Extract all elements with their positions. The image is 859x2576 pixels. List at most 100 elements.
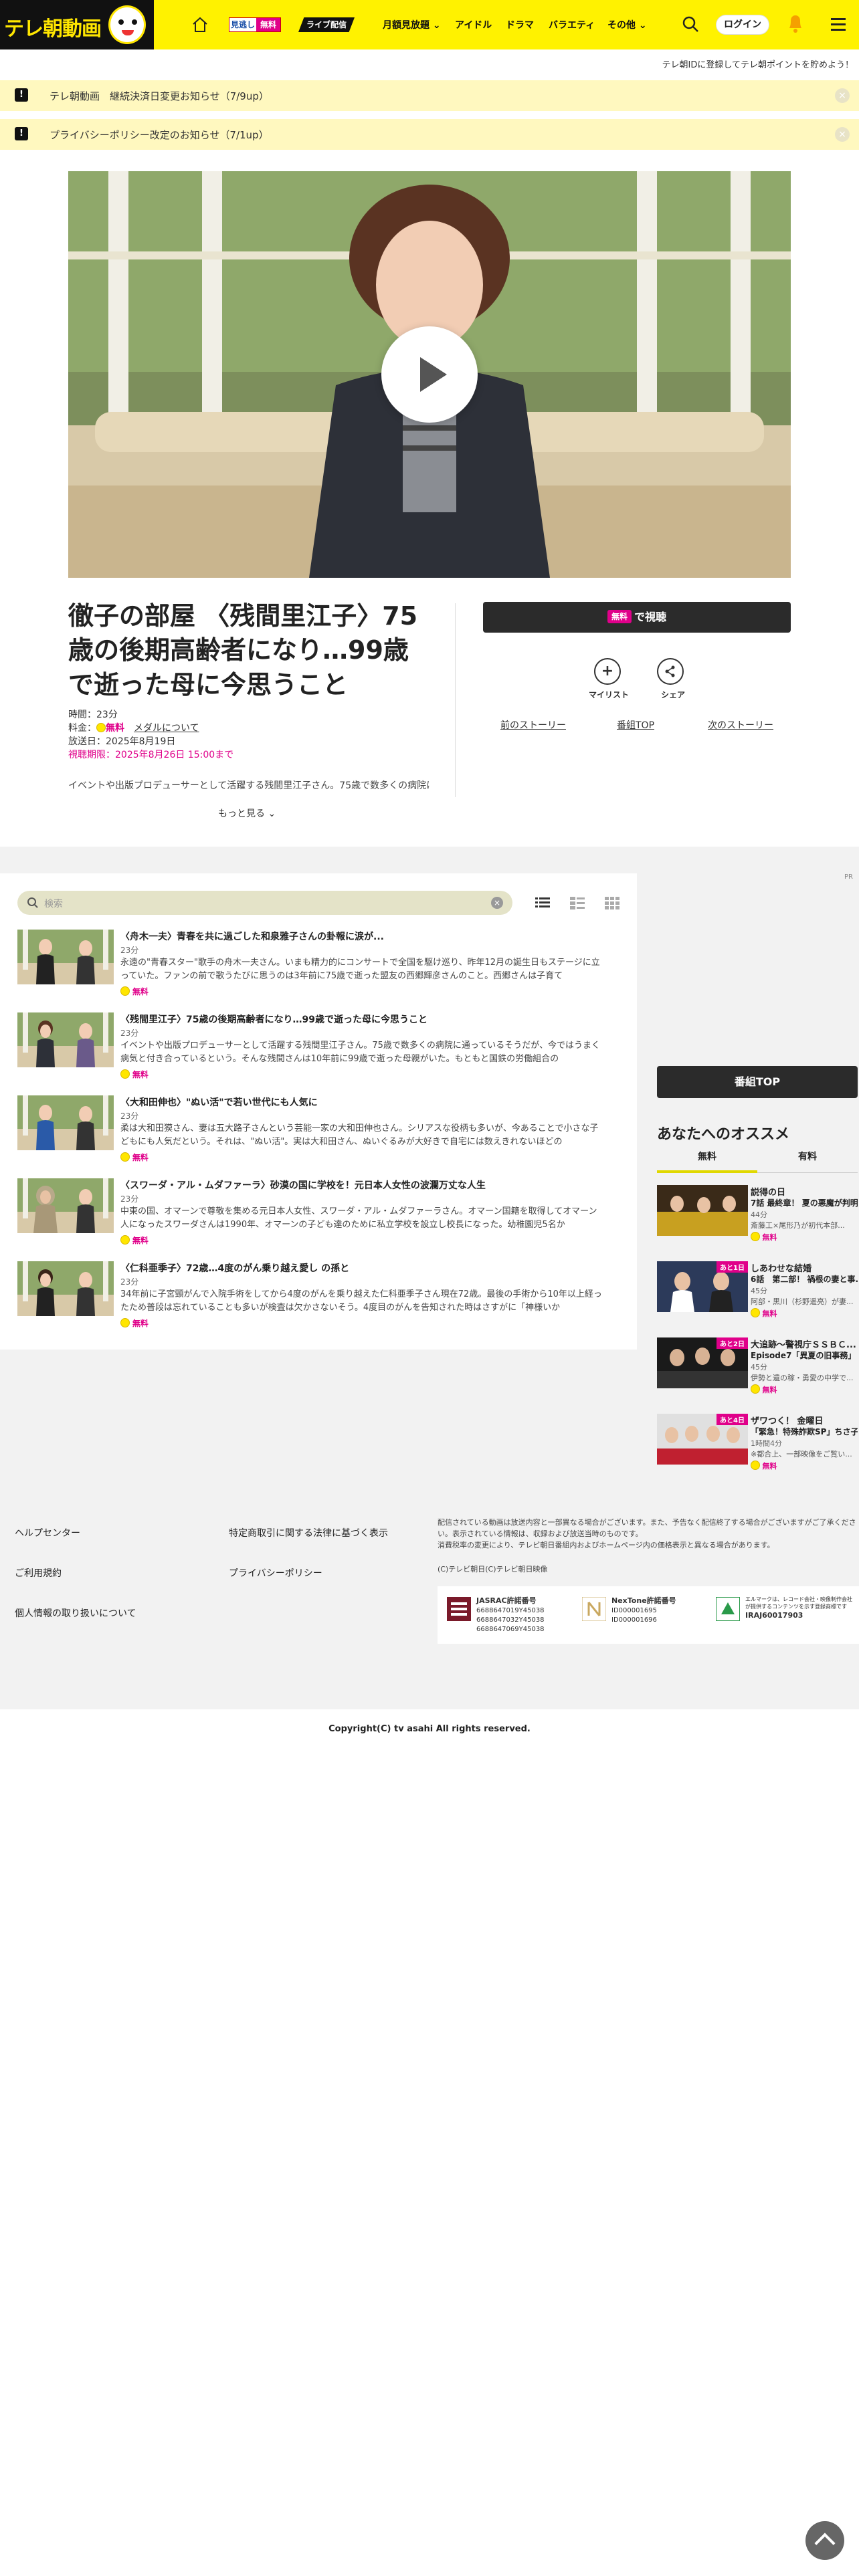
footer-tax-note: 消費税率の変更により、テレビ朝日番組内およびホームページ内の価格表示と異なる場合… bbox=[438, 1541, 775, 1549]
l-mark-info: エルマークは、レコード会社・映像制作会社が提供するコンテンツを示す登録商標です … bbox=[745, 1596, 852, 1621]
close-icon[interactable]: × bbox=[835, 127, 850, 142]
recommend-item[interactable]: あと1日 しあわせな結婚 6話 第二部！ 禍根の妻と事... 45分 阿部・黒川… bbox=[657, 1261, 858, 1328]
nav-variety[interactable]: バラエティ bbox=[549, 19, 595, 32]
search-icon[interactable] bbox=[681, 15, 700, 33]
nextone-logo-icon bbox=[582, 1597, 606, 1621]
notice-bar[interactable]: ! テレ朝動画 継続決済日変更お知らせ（7/9up） × bbox=[0, 80, 859, 111]
search-placeholder: 検索 bbox=[44, 899, 63, 909]
play-button[interactable] bbox=[381, 326, 478, 423]
episode-summary: 永遠の"青春スター"歌手の舟木一夫さん。いまも精力的にコンサートで全国を駆け巡り… bbox=[120, 958, 600, 981]
recommend-summary: ※都合上、一部映像をご覧い... bbox=[751, 1450, 852, 1459]
recommend-item[interactable]: あと4日 ザワつく！ 金曜日 「緊急！特殊詐欺SP」ちさ子... 1時間4分 ※… bbox=[657, 1414, 858, 1481]
mitoshi-free-label: 無料 bbox=[256, 18, 280, 31]
watch-button[interactable]: 無料 で視聴 bbox=[483, 602, 791, 633]
episode-thumbnail bbox=[17, 1012, 114, 1067]
logo-text: テレ朝動画 bbox=[4, 17, 102, 41]
recommend-item[interactable]: あと2日 大追跡～警視庁ＳＳＢＣ... Episode7「異夏の旧事務」 45分… bbox=[657, 1337, 858, 1404]
tab-paid[interactable]: 有料 bbox=[757, 1149, 858, 1173]
price-free: 無料 bbox=[106, 723, 124, 734]
share-button[interactable] bbox=[657, 658, 684, 685]
home-icon[interactable] bbox=[191, 16, 209, 33]
episode-duration: 23分 bbox=[120, 1029, 139, 1038]
recommend-item[interactable]: 説得の日 7話 最終章！ 夏の悪魔が判明 44分 斎藤工×尾形乃が初代本部...… bbox=[657, 1185, 858, 1252]
help-center-link[interactable]: ヘルプセンター bbox=[15, 1526, 80, 1539]
site-logo[interactable]: テレ朝動画 bbox=[0, 0, 154, 49]
recommend-summary: 斎藤工×尾形乃が初代本部... bbox=[751, 1221, 845, 1230]
episode-summary: 柔は大和田獏さん、妻は五大路子さんという芸能一家の大和田伸也さん。シリアスな役柄… bbox=[120, 1123, 599, 1147]
notice-bar[interactable]: ! プライバシーポリシー改定のお知らせ（7/1up） × bbox=[0, 119, 859, 150]
mylist-label: マイリスト bbox=[589, 690, 630, 700]
medal-icon bbox=[120, 1235, 130, 1245]
chevron-down-icon: ⌄ bbox=[432, 20, 441, 31]
episode-title: 〈スワーダ・アル・ムダファーラ〉砂漠の国に学校を！元日本人女性の波瀾万丈な人生 bbox=[120, 1180, 486, 1191]
footer-disclaimer: 配信されている動画は放送内容と一部異なる場合がございます。また、予告なく配信終了… bbox=[438, 1518, 856, 1539]
price-label: 料金： bbox=[68, 723, 96, 734]
close-icon[interactable]: × bbox=[835, 88, 850, 103]
notice-icon: ! bbox=[15, 127, 28, 140]
video-description: イベントや出版プロデューサーとして活躍する残間里江子さん。75歳で数多くの病院に… bbox=[68, 780, 430, 791]
free-label: 無料 bbox=[132, 1153, 149, 1162]
episode-item[interactable]: 〈仁科亜季子〉72歳…4度のがん乗り越え愛し の孫と 23分 34年前に子宮頸が… bbox=[17, 1261, 619, 1335]
recommend-duration: 1時間4分 bbox=[751, 1439, 782, 1448]
license-box: JASRAC許諾番号 6688647019Y45038 6688647032Y4… bbox=[438, 1586, 859, 1644]
video-player[interactable] bbox=[68, 171, 791, 578]
recommend-duration: 45分 bbox=[751, 1287, 767, 1295]
recommend-program: 大追跡～警視庁ＳＳＢＣ... bbox=[751, 1340, 856, 1350]
medal-icon bbox=[751, 1232, 760, 1241]
nextone-number: ID000001695 bbox=[611, 1607, 657, 1614]
recommend-thumbnail bbox=[657, 1185, 748, 1236]
episode-item[interactable]: 〈大和田伸也〉"ぬい活"で若い世代にも人気に 23分 柔は大和田獏さん、妻は五大… bbox=[17, 1095, 619, 1169]
nav-drama[interactable]: ドラマ bbox=[506, 19, 534, 32]
privacy-policy-link[interactable]: プライバシーポリシー bbox=[229, 1566, 322, 1580]
point-promo-link[interactable]: テレ朝IDに登録してテレ朝ポイントを貯めよう！ bbox=[662, 58, 854, 70]
medal-icon bbox=[120, 1318, 130, 1327]
bell-icon[interactable] bbox=[787, 13, 804, 33]
list-view-icon[interactable] bbox=[535, 896, 550, 909]
episode-duration: 23分 bbox=[120, 1111, 139, 1121]
tab-free[interactable]: 無料 bbox=[657, 1149, 757, 1173]
share-icon bbox=[665, 665, 675, 677]
divider bbox=[455, 603, 456, 797]
program-top-link[interactable]: 番組TOP bbox=[617, 718, 654, 732]
grid-view-icon[interactable] bbox=[605, 896, 619, 909]
personal-info-link[interactable]: 個人情報の取り扱いについて bbox=[15, 1606, 136, 1620]
nav-monthly-label: 月額見放題 bbox=[383, 20, 430, 31]
recommend-thumbnail: あと4日 bbox=[657, 1414, 748, 1465]
clear-icon[interactable]: × bbox=[491, 897, 503, 909]
program-top-button[interactable]: 番組TOP bbox=[657, 1066, 858, 1098]
detail-view-icon[interactable] bbox=[570, 896, 585, 909]
recommend-thumbnail: あと2日 bbox=[657, 1337, 748, 1388]
menu-icon[interactable] bbox=[830, 16, 847, 32]
episode-title: 〈仁科亜季子〉72歳…4度のがん乗り越え愛し の孫と bbox=[120, 1263, 350, 1274]
jasrac-title: JASRAC許諾番号 bbox=[476, 1596, 537, 1605]
live-link[interactable]: ライブ配信 bbox=[298, 17, 355, 32]
episode-item[interactable]: 〈残間里江子〉75歳の後期高齢者になり…99歳で逝った母に今思うこと 23分 イ… bbox=[17, 1012, 619, 1086]
episode-title: 〈舟木一夫〉青春を共に過ごした和泉雅子さんの卦報に涙が... bbox=[120, 932, 384, 942]
episode-list-panel: 検索 × 〈舟木一夫〉青春を共に過ごした和泉雅子さんの卦報に涙が... 23分 … bbox=[0, 873, 637, 1350]
medal-info-link[interactable]: メダルについて bbox=[134, 723, 199, 734]
show-more-button[interactable]: もっと見る ⌄ bbox=[218, 807, 276, 820]
episode-summary: イベントや出版プロデューサーとして活躍する残間里江子さん。75歳で数多くの病院に… bbox=[120, 1041, 600, 1064]
episode-item[interactable]: 〈舟木一夫〉青春を共に過ごした和泉雅子さんの卦報に涙が... 23分 永遠の"青… bbox=[17, 930, 619, 1003]
episode-summary: 中東の国、オマーンで尊敬を集める元日本人女性、スワーダ・アル・ムダファーラさん。… bbox=[120, 1206, 597, 1230]
jasrac-info: JASRAC許諾番号 6688647019Y45038 6688647032Y4… bbox=[476, 1596, 545, 1634]
nav-monthly[interactable]: 月額見放題 ⌄ bbox=[383, 19, 441, 32]
commerce-law-link[interactable]: 特定商取引に関する法律に基づく表示 bbox=[229, 1526, 388, 1539]
login-button[interactable]: ログイン bbox=[716, 15, 769, 35]
episode-free-badge: 無料 bbox=[120, 1317, 149, 1329]
nav-other[interactable]: その他 ⌄ bbox=[607, 19, 647, 32]
mitoshi-free-link[interactable]: 見逃し 無料 bbox=[229, 17, 281, 32]
recommend-free-badge: 無料 bbox=[751, 1232, 777, 1243]
terms-link[interactable]: ご利用規約 bbox=[15, 1566, 62, 1580]
scroll-to-top-button[interactable] bbox=[805, 2521, 844, 2560]
nav-idol[interactable]: アイドル bbox=[455, 19, 492, 32]
chevron-down-icon: ⌄ bbox=[268, 809, 276, 819]
episode-title: 〈残間里江子〉75歳の後期高齢者になり…99歳で逝った母に今思うこと bbox=[120, 1014, 427, 1025]
episode-search-input[interactable]: 検索 × bbox=[17, 891, 512, 915]
mylist-button[interactable]: + bbox=[594, 658, 621, 685]
search-icon bbox=[27, 897, 38, 908]
episode-title: 〈大和田伸也〉"ぬい活"で若い世代にも人気に bbox=[120, 1097, 318, 1108]
prev-story-link[interactable]: 前のストーリー bbox=[500, 718, 566, 732]
next-story-link[interactable]: 次のストーリー bbox=[708, 718, 773, 732]
episode-item[interactable]: 〈スワーダ・アル・ムダファーラ〉砂漠の国に学校を！元日本人女性の波瀾万丈な人生 … bbox=[17, 1178, 619, 1252]
